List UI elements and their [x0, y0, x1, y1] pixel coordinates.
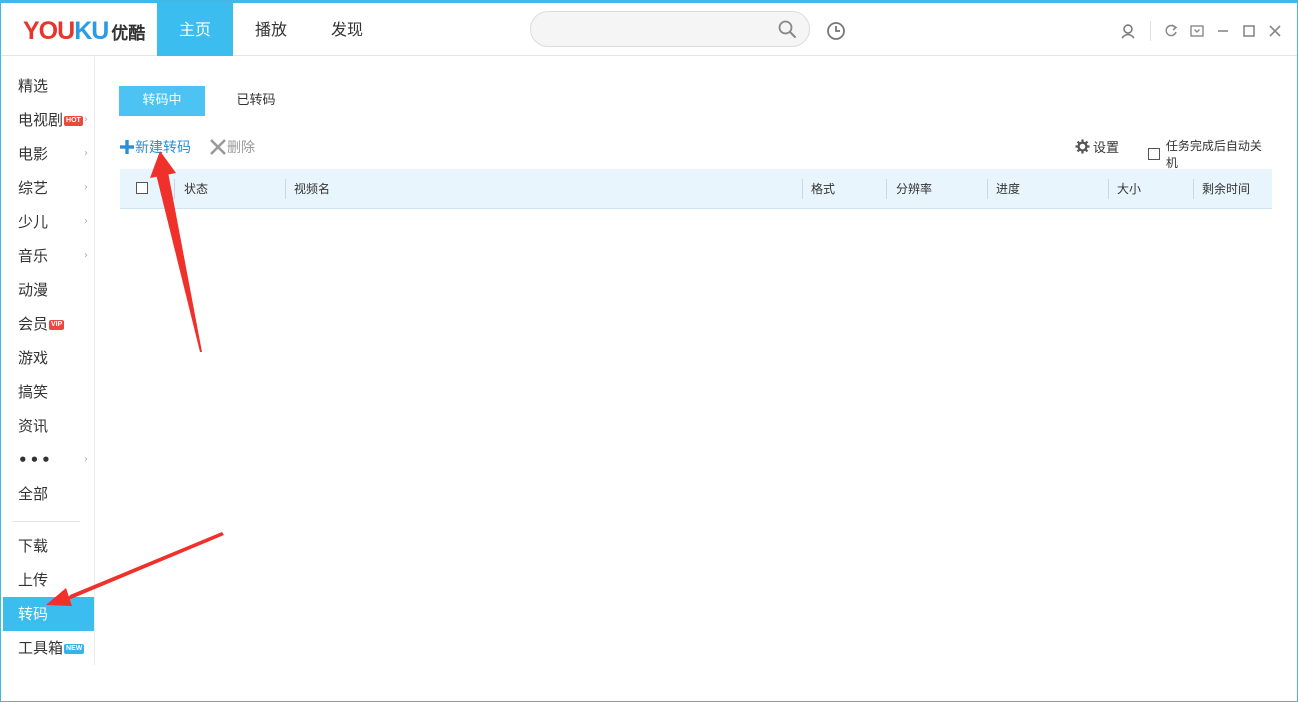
sidebar-item-label: 少儿 — [18, 213, 49, 231]
sidebar-item-label: 精选 — [18, 77, 49, 95]
sidebar-item-transcode[interactable]: 转码 — [3, 597, 94, 631]
close-icon[interactable] — [1265, 21, 1285, 41]
youku-logo[interactable]: YOUKU 优酷 — [23, 17, 145, 45]
sidebar-item-label: 转码 — [18, 605, 49, 623]
hot-badge: HOT — [64, 115, 83, 126]
sidebar-item-funny[interactable]: 搞笑 — [1, 375, 94, 409]
sidebar-item-news[interactable]: 资讯 — [1, 409, 94, 443]
delete-x-icon — [210, 139, 226, 155]
sidebar-item-upload[interactable]: 上传 — [1, 563, 94, 597]
transcode-table-header: 状态 视频名 格式 分辨率 进度 大小 剩余时间 — [120, 169, 1272, 209]
logo-cn-text: 优酷 — [111, 23, 146, 44]
chevron-right-icon: › — [84, 216, 88, 227]
tab-transcoding[interactable]: 转码中 — [119, 86, 205, 116]
sidebar-item-movie[interactable]: 电影 › — [1, 137, 94, 171]
sidebar-item-vip[interactable]: 会员 VIP — [1, 307, 94, 341]
column-divider — [1108, 179, 1109, 199]
settings-label: 设置 — [1093, 141, 1120, 156]
header-bar: YOUKU 优酷 主页 播放 发现 — [1, 3, 1297, 56]
refresh-icon[interactable] — [1161, 21, 1181, 41]
chevron-right-icon: › — [84, 182, 88, 193]
controls-divider — [1150, 21, 1151, 41]
column-header-remaining-time[interactable]: 剩余时间 — [1202, 169, 1250, 209]
column-header-status[interactable]: 状态 — [184, 169, 208, 209]
sidebar-item-label: 电影 — [18, 145, 49, 163]
history-clock-icon[interactable] — [826, 21, 846, 41]
sidebar-item-label: 资讯 — [18, 417, 49, 435]
settings-button[interactable]: 设置 — [1075, 137, 1119, 156]
column-divider — [987, 179, 988, 199]
mini-mode-icon[interactable] — [1187, 21, 1207, 41]
sidebar-item-games[interactable]: 游戏 — [1, 341, 94, 375]
gear-icon — [1075, 139, 1090, 154]
auto-shutdown-checkbox[interactable] — [1148, 148, 1160, 160]
sidebar-item-kids[interactable]: 少儿 › — [1, 205, 94, 239]
column-divider — [802, 179, 803, 199]
vip-badge: VIP — [49, 319, 65, 330]
column-header-format[interactable]: 格式 — [811, 169, 835, 209]
column-divider — [285, 179, 286, 199]
column-header-video-name[interactable]: 视频名 — [294, 169, 330, 209]
sidebar-item-label: 动漫 — [18, 281, 49, 299]
sidebar-item-all[interactable]: 全部 — [1, 477, 94, 511]
search-input[interactable] — [530, 11, 810, 47]
minimize-icon[interactable] — [1213, 21, 1233, 41]
more-dots-icon: ••• — [18, 451, 53, 469]
sidebar-item-label: 上传 — [18, 571, 49, 589]
logo-text: YOUKU — [23, 16, 109, 45]
transcode-toolbar: 新建转码 删除 设置 任务完成后自动关机 — [119, 137, 1272, 170]
sidebar-item-label: 全部 — [18, 485, 49, 503]
sidebar-item-label: 音乐 — [18, 247, 49, 265]
column-divider — [886, 179, 887, 199]
new-transcode-label: 新建转码 — [135, 140, 191, 156]
window-controls — [1112, 21, 1285, 41]
sidebar-divider — [13, 521, 80, 522]
sidebar-item-tv[interactable]: 电视剧 HOT › — [1, 103, 94, 137]
new-badge: NEW — [64, 643, 85, 654]
maximize-icon[interactable] — [1239, 21, 1259, 41]
sidebar-item-label: 电视剧 — [18, 111, 64, 129]
sidebar-item-music[interactable]: 音乐 › — [1, 239, 94, 273]
app-window: YOUKU 优酷 主页 播放 发现 精选 电视剧 HOT › 电影 › 综艺 ›… — [0, 0, 1298, 702]
sidebar-item-label: 下载 — [18, 537, 49, 555]
user-account-icon[interactable] — [1118, 21, 1138, 41]
sidebar-item-label: 工具箱 — [18, 639, 64, 657]
tab-home[interactable]: 主页 — [157, 3, 233, 56]
main-nav: 主页 播放 发现 — [157, 3, 385, 56]
sidebar-item-label: 搞笑 — [18, 383, 49, 401]
column-header-resolution[interactable]: 分辨率 — [896, 169, 932, 209]
tab-transcoded[interactable]: 已转码 — [226, 86, 286, 116]
column-divider — [1193, 179, 1194, 199]
chevron-right-icon: › — [84, 454, 88, 465]
sidebar-item-more[interactable]: ••• › — [1, 443, 94, 477]
column-header-progress[interactable]: 进度 — [996, 169, 1020, 209]
column-divider — [174, 179, 175, 199]
select-all-checkbox[interactable] — [136, 182, 148, 194]
delete-label: 删除 — [227, 140, 255, 156]
sidebar-item-variety[interactable]: 综艺 › — [1, 171, 94, 205]
sidebar-item-label: 综艺 — [18, 179, 49, 197]
sidebar-item-label: 游戏 — [18, 349, 49, 367]
column-header-size[interactable]: 大小 — [1117, 169, 1141, 209]
sidebar-item-toolbox[interactable]: 工具箱 NEW — [1, 631, 94, 665]
sidebar: 精选 电视剧 HOT › 电影 › 综艺 › 少儿 › 音乐 › 动漫 会员 VIP 游戏 搞… — [1, 57, 95, 665]
delete-button[interactable]: 删除 — [209, 137, 255, 157]
search-icon[interactable] — [777, 19, 797, 39]
tab-discover[interactable]: 发现 — [309, 3, 385, 56]
plus-icon — [120, 140, 134, 154]
sidebar-item-label: 会员 — [18, 315, 49, 333]
auto-shutdown-label: 任务完成后自动关机 — [1165, 139, 1262, 170]
transcode-panel: 转码中 已转码 新建转码 删除 设置 任务完成后自动关机 状态 视频名 格式 分… — [96, 57, 1296, 697]
chevron-right-icon: › — [84, 250, 88, 261]
auto-shutdown-option[interactable]: 任务完成后自动关机 — [1148, 137, 1272, 171]
new-transcode-button[interactable]: 新建转码 — [119, 137, 191, 157]
sidebar-item-download[interactable]: 下载 — [1, 529, 94, 563]
sidebar-item-featured[interactable]: 精选 — [1, 69, 94, 103]
sidebar-item-anime[interactable]: 动漫 — [1, 273, 94, 307]
chevron-right-icon: › — [84, 114, 88, 125]
tab-play[interactable]: 播放 — [233, 3, 309, 56]
chevron-right-icon: › — [84, 148, 88, 159]
